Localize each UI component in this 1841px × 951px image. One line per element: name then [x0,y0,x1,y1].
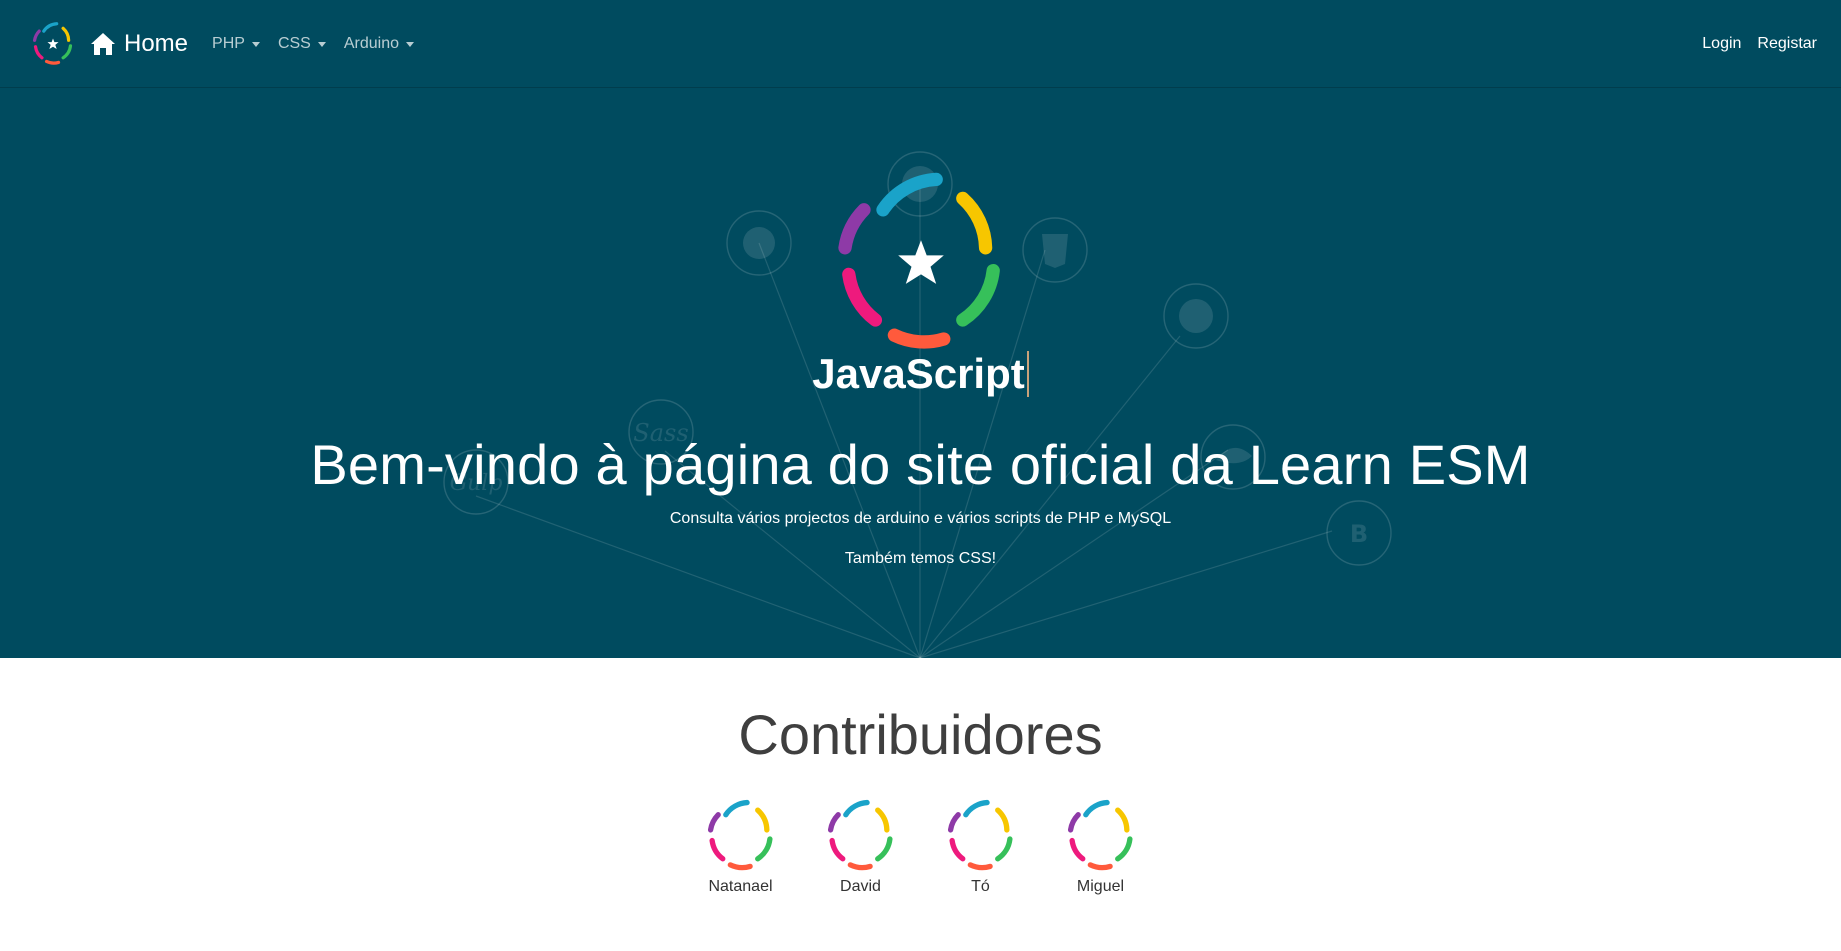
learn-esm-logo-icon [32,21,73,65]
nav-account-links: Login Registar [1702,0,1817,88]
contributor-name: David [840,878,881,895]
login-link[interactable]: Login [1702,35,1741,53]
contributor-avatar-icon [1067,799,1133,871]
typing-cursor [1026,350,1029,397]
nav-dropdown-arduino[interactable]: Arduino [344,35,414,53]
caret-down-icon [317,42,326,47]
contributors-list: Natanael David Tó Miguel [0,798,1841,896]
contributor-card[interactable]: David [801,798,921,896]
typed-word-text: JavaScript [812,350,1025,397]
contributor-avatar-icon [707,799,773,871]
top-navbar: Home PHP CSS Arduino Login Registar [0,0,1841,88]
hero-subtitle: Consulta vários projectos de arduino e v… [669,510,1172,527]
learn-esm-logo-icon [838,172,1000,349]
hero-subtitle-css: Também temos CSS! [844,550,997,567]
nav-dropdown-label: Arduino [343,34,399,52]
nav-dropdown-php[interactable]: PHP [212,35,260,53]
register-link[interactable]: Registar [1757,35,1817,53]
caret-down-icon [251,42,260,47]
nav-dropdown-label: PHP [212,34,245,52]
brand-label: Home [124,29,189,57]
contributor-name: Miguel [1076,878,1125,895]
brand-home-link[interactable]: Home [30,21,188,67]
contributor-name: Natanael [708,878,773,895]
contributor-avatar-icon [827,799,893,871]
caret-down-icon [406,42,414,47]
typed-technology-word: JavaScript [0,350,1841,398]
contributors-title: Contribuidores [738,703,1103,766]
hero-title: Bem-vindo à página do site oficial da Le… [310,433,1531,496]
nav-menu: PHP CSS Arduino [212,35,414,53]
contributor-card[interactable]: Tó [921,798,1041,896]
nav-dropdown-label: CSS [277,34,311,52]
contributor-avatar-icon [947,799,1013,871]
nav-dropdown-css[interactable]: CSS [278,35,326,53]
hero-section: Sass Gulp B JavaScript Bem-vindo à págin… [0,88,1841,658]
contributor-name: Tó [971,878,990,895]
home-link: Home [90,30,188,58]
contributor-card[interactable]: Natanael [681,798,801,896]
contributor-card[interactable]: Miguel [1041,798,1161,896]
home-icon [91,32,115,55]
